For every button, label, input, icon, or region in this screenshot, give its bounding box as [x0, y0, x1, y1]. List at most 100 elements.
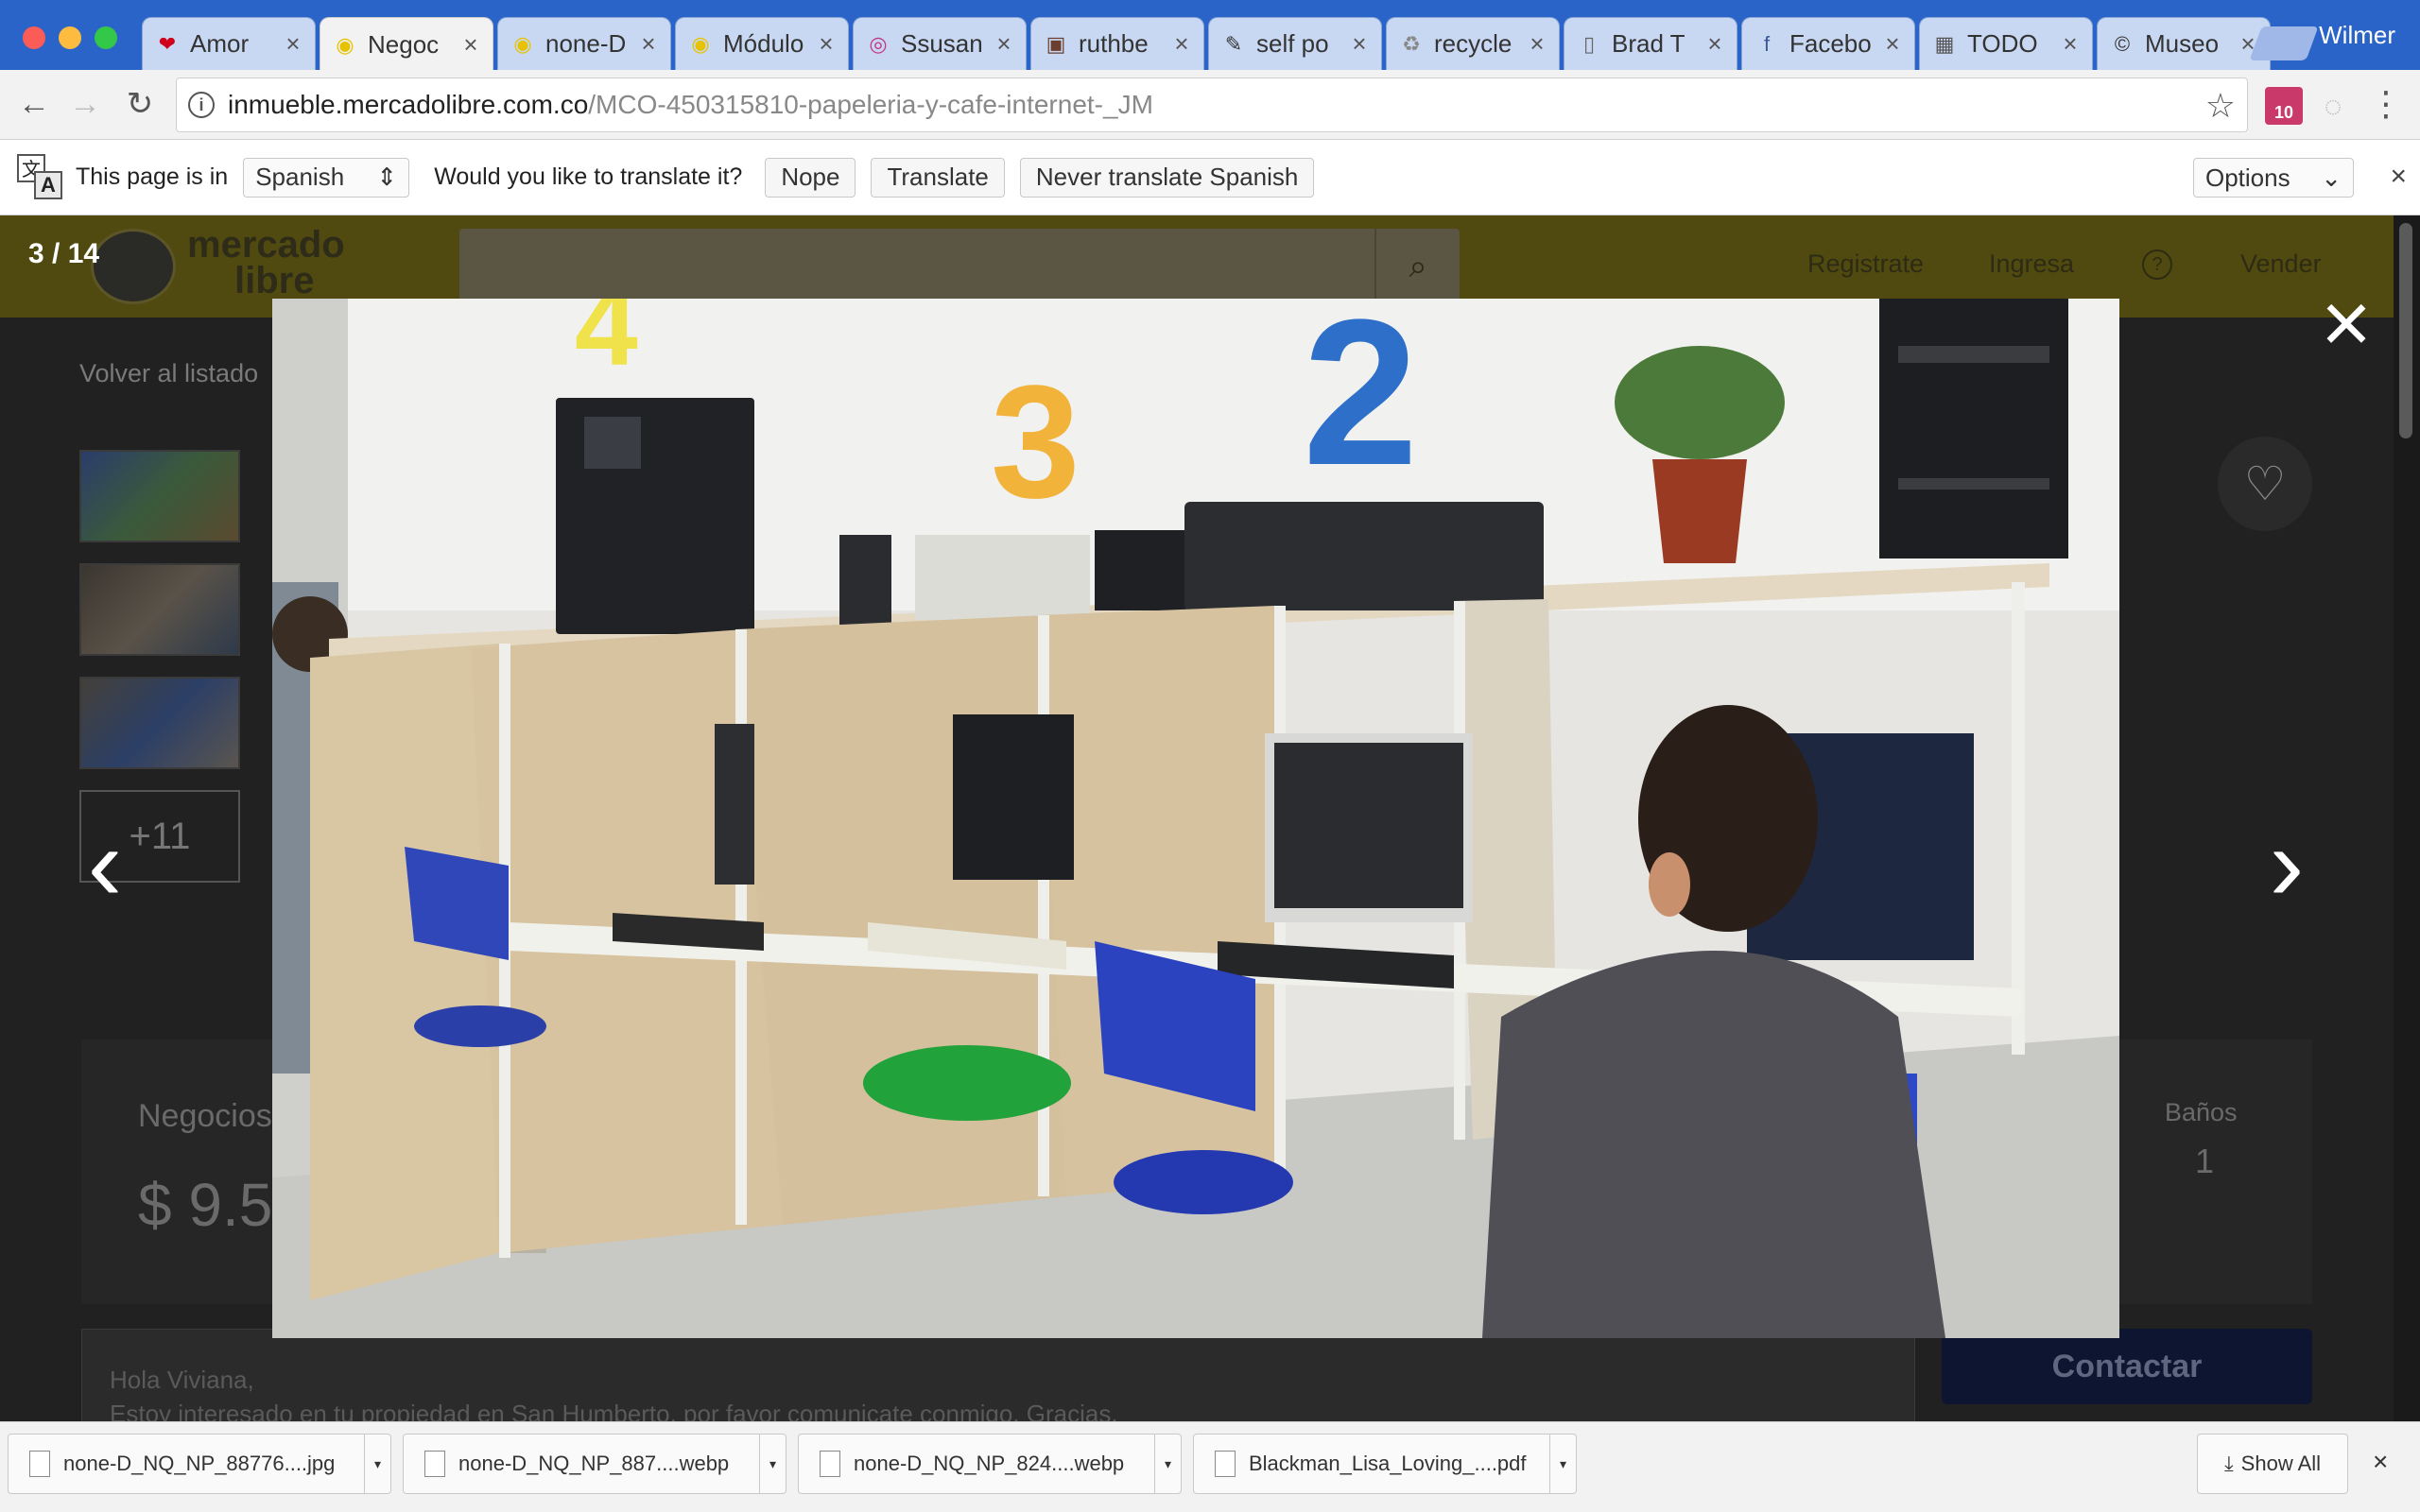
tab-close-icon[interactable]: ×	[638, 29, 659, 59]
bookmark-star-icon[interactable]: ☆	[2205, 86, 2236, 126]
tab-close-icon[interactable]: ×	[1349, 29, 1370, 59]
browser-tab[interactable]: ◉ none-D ×	[497, 17, 671, 70]
profile-name[interactable]: Wilmer	[2319, 21, 2395, 50]
tab-title: TODO	[1967, 29, 2038, 58]
listing-title: Negocios	[138, 1098, 272, 1134]
translate-options-select[interactable]: Options ⌄	[2193, 158, 2354, 198]
file-icon	[1215, 1451, 1236, 1477]
browser-tab[interactable]: ▦ TODO ×	[1919, 17, 2093, 70]
language-select[interactable]: Spanish ⇕	[243, 157, 410, 198]
show-all-label: Show All	[2240, 1452, 2322, 1475]
tab-close-icon[interactable]: ×	[994, 29, 1014, 59]
extension-badge-icon[interactable]: 10	[2265, 87, 2303, 125]
balloon-number-2: 2	[1303, 299, 1418, 508]
balloon-number-3: 3	[991, 352, 1080, 532]
window-close-button[interactable]	[23, 26, 45, 49]
browser-tab[interactable]: ◉ Módulo ×	[675, 17, 849, 70]
download-item[interactable]: none-D_NQ_NP_887....webp ▾	[403, 1434, 786, 1494]
tab-title: self po	[1256, 29, 1329, 58]
download-menu-caret-icon[interactable]: ▾	[759, 1435, 786, 1493]
browser-tab[interactable]: ✎ self po ×	[1208, 17, 1382, 70]
nope-button[interactable]: Nope	[765, 157, 856, 198]
translate-button[interactable]: Translate	[871, 157, 1005, 198]
browser-menu-icon[interactable]: ⋮	[2367, 84, 2405, 123]
heart-icon: ❤	[158, 31, 177, 56]
info-icon[interactable]: i	[188, 92, 215, 118]
copyright-icon: ©	[2114, 31, 2131, 56]
site-search-input[interactable]: ⌕	[459, 229, 1460, 304]
never-translate-button[interactable]: Never translate Spanish	[1019, 157, 1315, 198]
document-icon: ▯	[1582, 31, 1596, 56]
message-line-1: Hola Viviana,	[110, 1366, 254, 1394]
reload-icon[interactable]: ↻	[121, 85, 159, 123]
download-item[interactable]: Blackman_Lisa_Loving_....pdf ▾	[1193, 1434, 1577, 1494]
back-arrow-icon[interactable]: ←	[15, 85, 53, 123]
close-download-shelf-icon[interactable]: ×	[2373, 1447, 2388, 1477]
register-link[interactable]: Registrate	[1807, 249, 1924, 279]
sell-link[interactable]: Vender	[2240, 249, 2322, 279]
lightbox-prev-arrow-icon[interactable]: ‹	[72, 813, 138, 917]
favorite-heart-icon[interactable]: ♡	[2218, 437, 2312, 531]
tab-close-icon[interactable]: ×	[283, 29, 303, 59]
brand-wordmark[interactable]: mercado libre	[187, 224, 345, 300]
browser-tab[interactable]: ♻ recycle ×	[1386, 17, 1560, 70]
chevron-down-icon: ⌄	[2321, 163, 2342, 192]
image-thumb-icon: ♻	[1402, 31, 1421, 56]
lightbox-close-icon[interactable]: ×	[2307, 280, 2386, 367]
tab-close-icon[interactable]: ×	[1527, 29, 1547, 59]
translate-prefix: This page is in	[76, 163, 229, 190]
translate-question: Would you like to translate it?	[434, 163, 743, 190]
tab-close-icon[interactable]: ×	[1882, 29, 1903, 59]
help-icon[interactable]: ?	[2142, 249, 2172, 280]
thumbnail-3[interactable]	[79, 677, 240, 769]
thumbnail-1[interactable]	[79, 450, 240, 542]
browser-tab[interactable]: ◎ Ssusan ×	[853, 17, 1027, 70]
browser-tab[interactable]: ▯ Brad T ×	[1564, 17, 1737, 70]
tab-title: recycle	[1434, 29, 1512, 58]
file-icon	[29, 1451, 50, 1477]
browser-tab[interactable]: f Facebo ×	[1741, 17, 1915, 70]
address-bar[interactable]: i inmueble.mercadolibre.com.co/MCO-45031…	[176, 77, 2248, 132]
contact-button[interactable]: Contactar	[1942, 1329, 2312, 1404]
download-menu-caret-icon[interactable]: ▾	[1549, 1435, 1576, 1493]
image-thumb-icon: ✎	[1224, 31, 1243, 56]
browser-tab[interactable]: ▣ ruthbe ×	[1030, 17, 1204, 70]
download-item[interactable]: none-D_NQ_NP_824....webp ▾	[798, 1434, 1182, 1494]
translate-infobar: 文 A This page is in Spanish ⇕ Would you l…	[0, 140, 2420, 215]
download-menu-caret-icon[interactable]: ▾	[1154, 1435, 1181, 1493]
show-all-downloads-button[interactable]: ⤓ Show All	[2197, 1434, 2348, 1494]
browser-tab[interactable]: © Museo ×	[2097, 17, 2271, 70]
scrollbar-thumb[interactable]	[2399, 223, 2412, 438]
download-filename: Blackman_Lisa_Loving_....pdf	[1249, 1452, 1527, 1475]
facebook-icon: f	[1763, 31, 1771, 56]
message-line-2: Estoy interesado en tu propiedad en San …	[110, 1400, 1118, 1421]
browser-tab[interactable]: ❤ Amor ×	[142, 17, 316, 70]
forward-arrow-icon[interactable]: →	[66, 85, 104, 123]
new-tab-button[interactable]	[2249, 26, 2319, 60]
login-link[interactable]: Ingresa	[1989, 249, 2074, 279]
brand-line1: mercado	[187, 224, 345, 266]
tab-close-icon[interactable]: ×	[2060, 29, 2081, 59]
tab-close-icon[interactable]: ×	[460, 30, 481, 60]
close-infobar-icon[interactable]: ×	[2390, 161, 2407, 193]
window-minimize-button[interactable]	[59, 26, 81, 49]
tab-title: Museo	[2145, 29, 2220, 58]
browser-tab[interactable]: ◉ Negoc ×	[320, 17, 493, 72]
balloon-number-4: 4	[575, 299, 638, 389]
tab-close-icon[interactable]: ×	[816, 29, 837, 59]
download-menu-caret-icon[interactable]: ▾	[364, 1435, 390, 1493]
download-item[interactable]: none-D_NQ_NP_88776....jpg ▾	[8, 1434, 391, 1494]
page-scrollbar[interactable]	[2394, 215, 2420, 1421]
search-icon[interactable]: ⌕	[1374, 229, 1460, 304]
tab-title: Módulo	[723, 29, 804, 58]
thumbnail-2[interactable]	[79, 563, 240, 656]
file-icon	[424, 1451, 445, 1477]
extension-icon[interactable]: ◌	[2314, 87, 2352, 125]
tab-close-icon[interactable]: ×	[1704, 29, 1725, 59]
lightbox-next-arrow-icon[interactable]: ›	[2254, 813, 2320, 917]
back-to-list-link[interactable]: Volver al listado	[79, 359, 258, 388]
mercadolibre-logo-icon[interactable]	[91, 229, 176, 304]
window-zoom-button[interactable]	[95, 26, 117, 49]
tab-close-icon[interactable]: ×	[1171, 29, 1192, 59]
tab-title: Amor	[190, 29, 250, 58]
